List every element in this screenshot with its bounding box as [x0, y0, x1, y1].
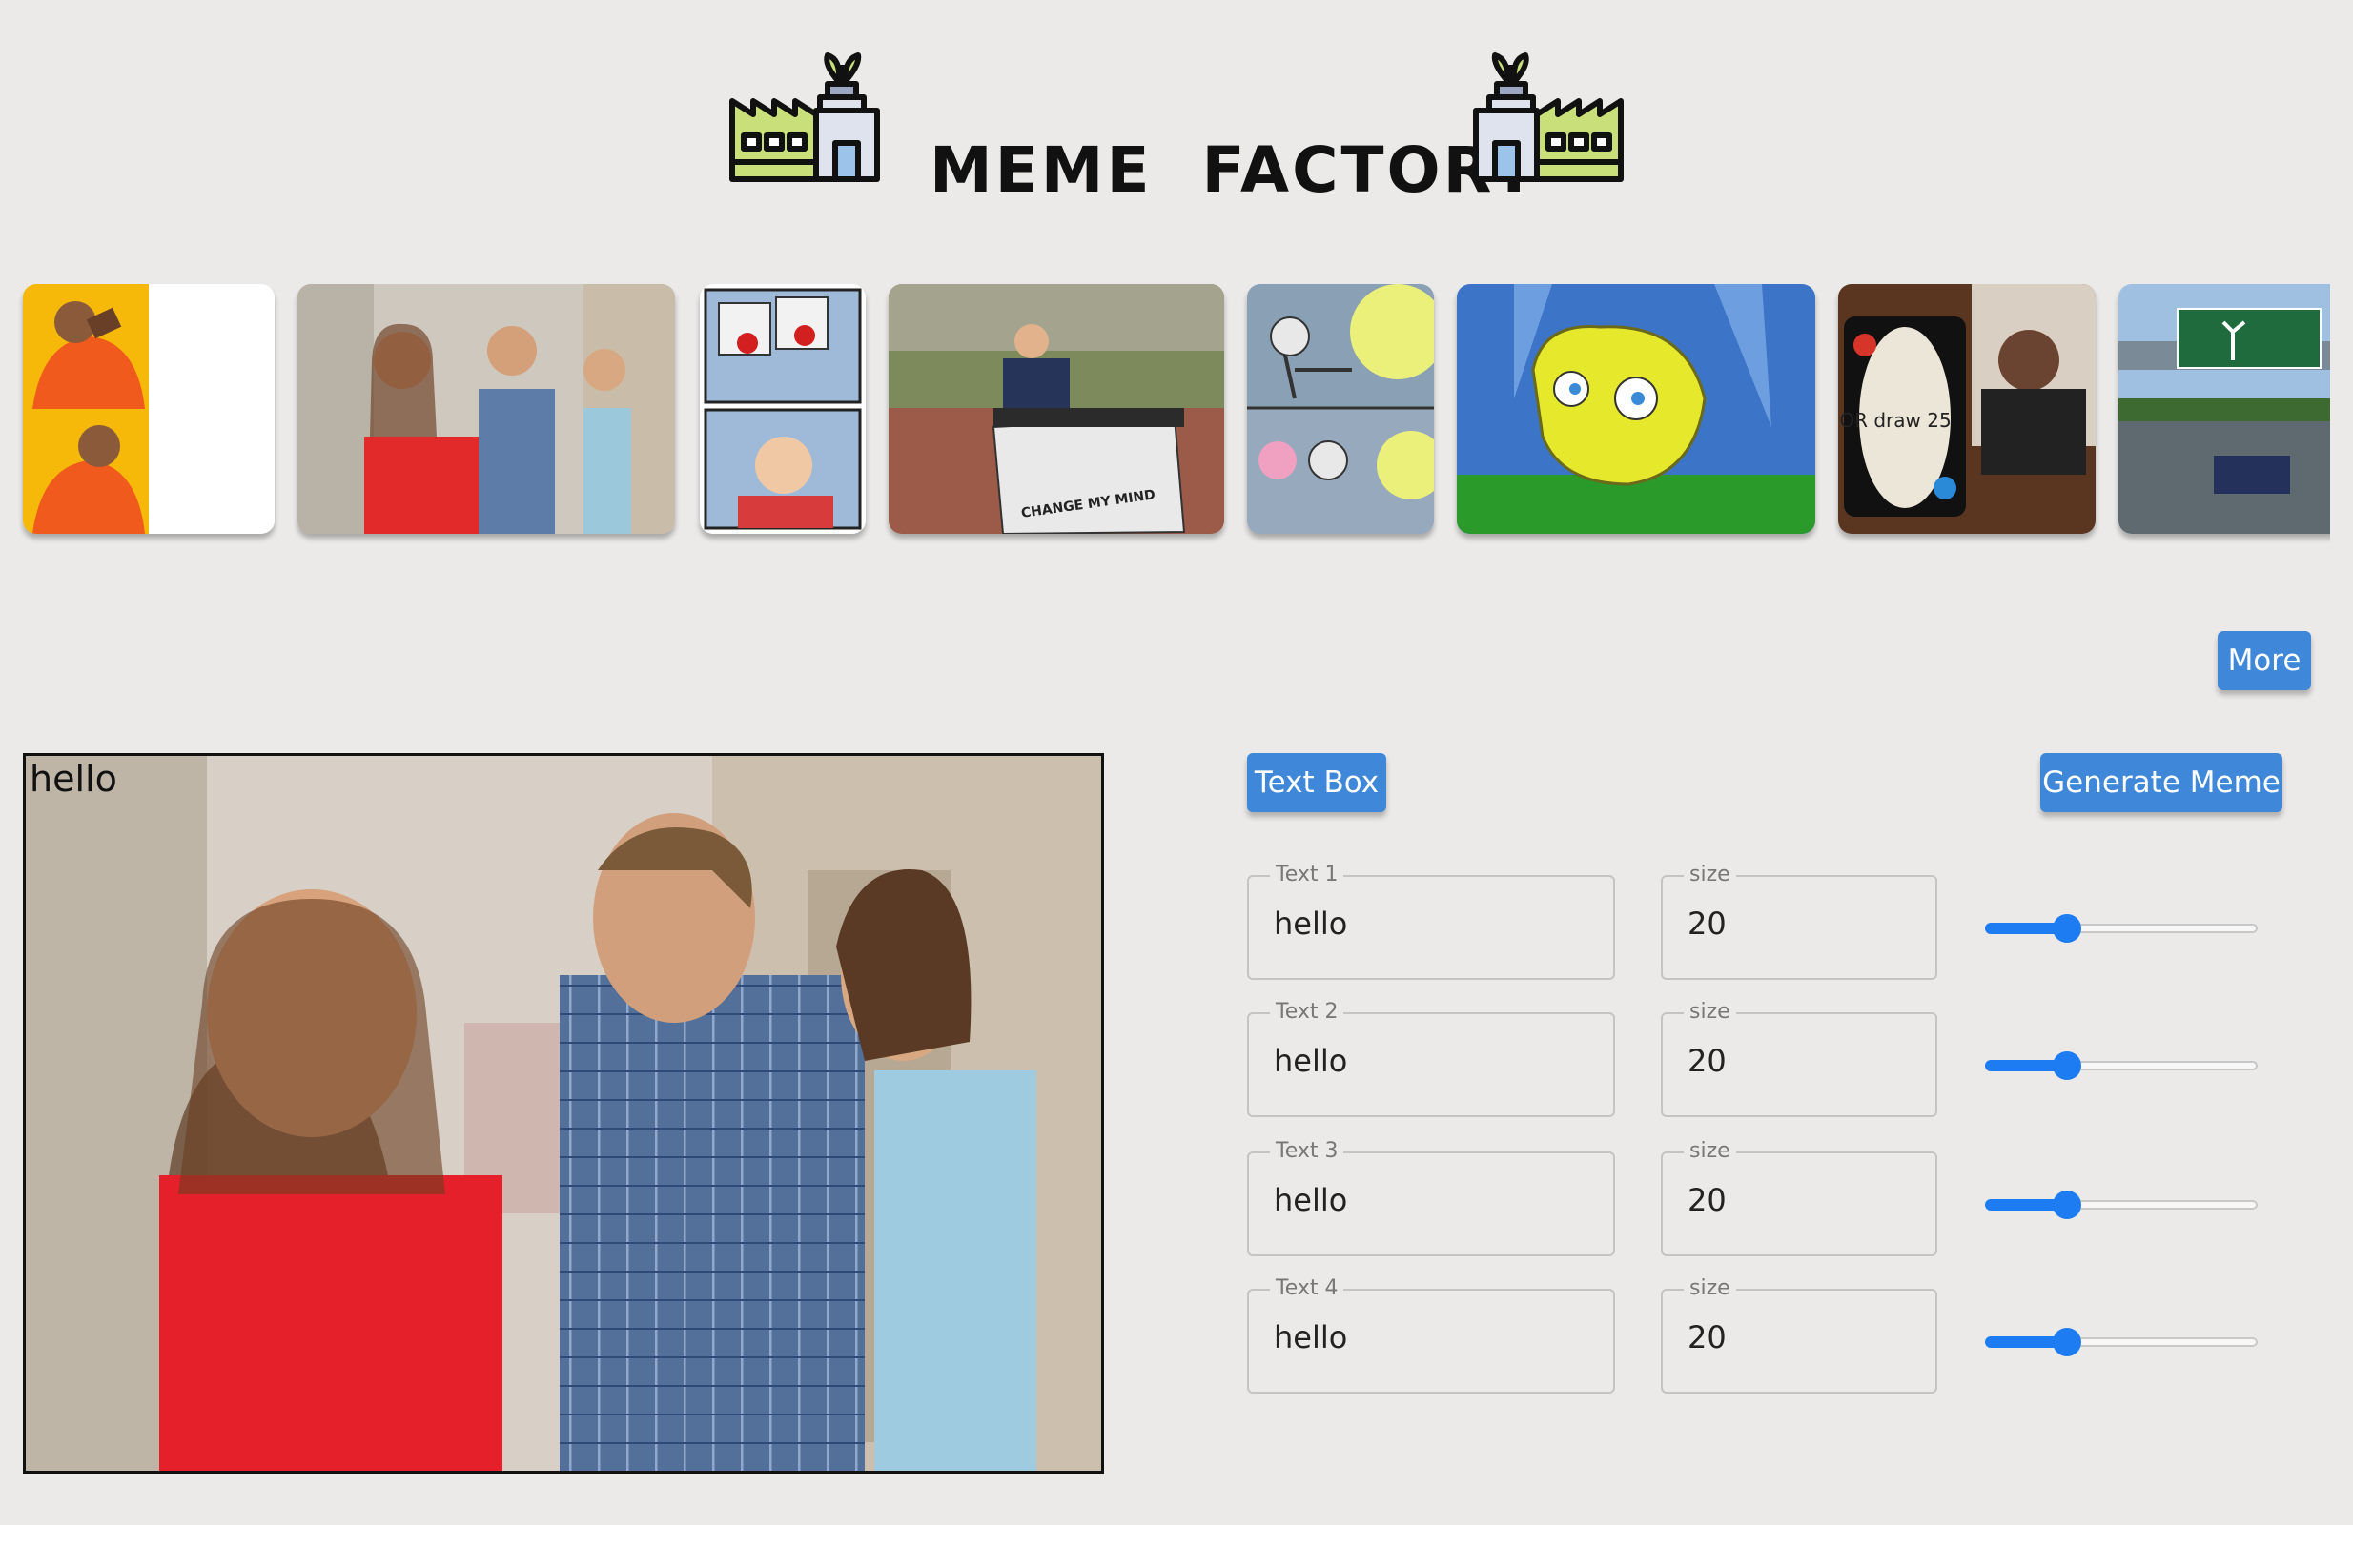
template-thumb-distracted-boyfriend[interactable]: [297, 284, 675, 534]
uno-card-text: OR draw 25: [1839, 409, 1951, 432]
factory-icon: [729, 52, 880, 182]
meme-image: [26, 756, 1101, 1471]
size-field-label: size: [1684, 1000, 1736, 1024]
text-field-label: Text 4: [1270, 1276, 1344, 1300]
size-slider-3[interactable]: [1985, 1186, 2258, 1224]
size-field-3[interactable]: size: [1661, 1139, 1937, 1256]
size-input-1[interactable]: [1688, 906, 1906, 942]
slider-thumb[interactable]: [2053, 1191, 2081, 1219]
template-gallery[interactable]: CHANGE MY MIND OR draw 25: [13, 275, 2330, 551]
size-field-label: size: [1684, 1139, 1736, 1163]
text-field-label: Text 2: [1270, 1000, 1344, 1024]
size-input-3[interactable]: [1688, 1182, 1906, 1218]
size-slider-1[interactable]: [1985, 909, 2258, 947]
text-box-button[interactable]: Text Box: [1247, 753, 1386, 812]
size-field-label: size: [1684, 1276, 1736, 1300]
text-field-2[interactable]: Text 2: [1247, 1000, 1615, 1117]
template-thumb-uno-draw-25[interactable]: OR draw 25: [1838, 284, 2096, 534]
more-button[interactable]: More: [2218, 631, 2311, 690]
size-field-label: size: [1684, 863, 1736, 886]
slider-thumb[interactable]: [2053, 1328, 2081, 1356]
generate-meme-button[interactable]: Generate Meme: [2040, 753, 2282, 812]
size-slider-2[interactable]: [1985, 1047, 2258, 1085]
template-thumb-left-exit-12[interactable]: [2118, 284, 2330, 534]
text-field-label: Text 1: [1270, 863, 1344, 886]
text-field-1[interactable]: Text 1: [1247, 863, 1615, 980]
slider-thumb[interactable]: [2053, 1051, 2081, 1080]
meme-factory-app: MEME FACTORY CHANGE MY MIND OR draw 25 M…: [0, 0, 2353, 1525]
template-thumb-panik-balls[interactable]: [1247, 284, 1434, 534]
slider-thumb[interactable]: [2053, 914, 2081, 943]
template-thumb-drake[interactable]: [23, 284, 275, 534]
size-field-4[interactable]: size: [1661, 1276, 1937, 1394]
meme-canvas[interactable]: hello: [23, 753, 1104, 1474]
size-input-4[interactable]: [1688, 1319, 1906, 1355]
size-input-2[interactable]: [1688, 1043, 1906, 1079]
template-thumb-mocking-spongebob[interactable]: [1457, 284, 1815, 534]
size-field-1[interactable]: size: [1661, 863, 1937, 980]
page-title: MEME FACTORY: [930, 133, 1540, 207]
size-slider-4[interactable]: [1985, 1323, 2258, 1361]
text-field-label: Text 3: [1270, 1139, 1344, 1163]
text-input-2[interactable]: [1274, 1043, 1565, 1079]
meme-caption-text[interactable]: hello: [30, 758, 117, 800]
text-field-3[interactable]: Text 3: [1247, 1139, 1615, 1256]
factory-icon: [1473, 52, 1624, 182]
text-input-3[interactable]: [1274, 1182, 1565, 1218]
size-field-2[interactable]: size: [1661, 1000, 1937, 1117]
template-thumb-change-my-mind[interactable]: CHANGE MY MIND: [889, 284, 1224, 534]
text-input-4[interactable]: [1274, 1319, 1565, 1355]
template-thumb-two-buttons[interactable]: [700, 284, 866, 534]
text-input-1[interactable]: [1274, 906, 1565, 942]
text-field-4[interactable]: Text 4: [1247, 1276, 1615, 1394]
